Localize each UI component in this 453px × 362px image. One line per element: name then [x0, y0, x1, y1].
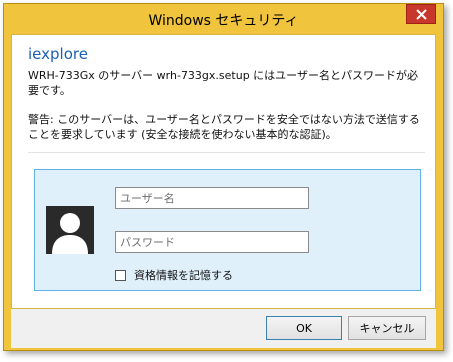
window-title: Windows セキュリティ	[148, 13, 299, 29]
remember-credentials-label: 資格情報を記憶する	[134, 269, 233, 282]
username-input[interactable]	[115, 187, 309, 209]
security-warning: 警告: このサーバーは、ユーザー名とパスワードを安全ではない方法で送信することを…	[28, 113, 420, 141]
dialog-content: iexplore WRH-733Gx のサーバー wrh-733gx.setup…	[11, 34, 436, 309]
ok-button[interactable]: OK	[266, 316, 342, 340]
checkbox-box[interactable]	[115, 269, 126, 281]
credential-panel: 資格情報を記憶する	[34, 169, 421, 291]
security-dialog-window: Windows セキュリティ iexplore WRH-733Gx のサーバー …	[3, 3, 444, 351]
divider	[28, 152, 425, 153]
cancel-button[interactable]: キャンセル	[348, 316, 426, 340]
app-name: iexplore	[28, 45, 88, 63]
close-button[interactable]	[406, 4, 436, 24]
user-avatar-icon	[46, 206, 94, 254]
remember-credentials-checkbox[interactable]: 資格情報を記憶する	[115, 267, 233, 283]
auth-message: WRH-733Gx のサーバー wrh-733gx.setup にはユーザー名と…	[28, 69, 418, 97]
button-bar: OK キャンセル	[11, 309, 436, 348]
title-bar[interactable]: Windows セキュリティ	[4, 4, 443, 34]
password-input[interactable]	[115, 231, 309, 253]
close-icon	[415, 8, 427, 20]
